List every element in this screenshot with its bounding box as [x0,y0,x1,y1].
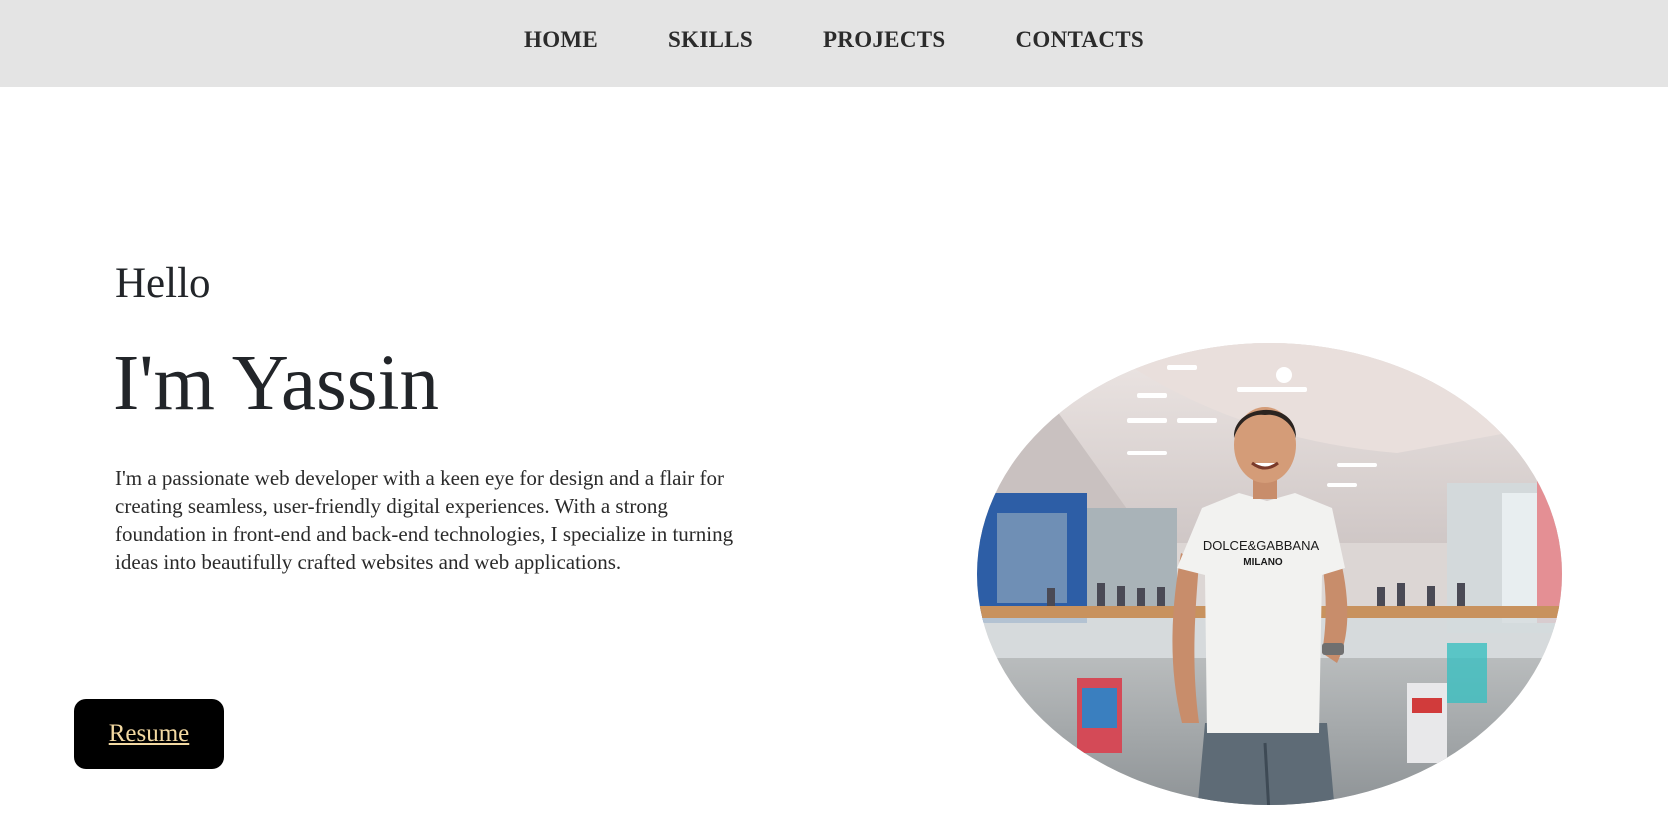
hero-section: Hello I'm Yassin I'm a passionate web de… [0,87,1668,820]
nav-home-link[interactable]: HOME [524,27,598,52]
nav-skills-link[interactable]: SKILLS [668,27,753,52]
hero-bio: I'm a passionate web developer with a ke… [115,466,734,574]
nav-menu: HOME SKILLS PROJECTS CONTACTS [0,24,1668,56]
resume-button[interactable]: Resume [74,699,224,769]
shirt-text-line2: MILANO [1243,557,1283,568]
hero-greeting: Hello [115,260,211,307]
profile-photo: DOLCE&GABBANA MILANO [977,343,1562,805]
resume-button-label: Resume [108,720,190,747]
shirt-text-line1: DOLCE&GABBANA [1203,538,1320,553]
nav-projects-link[interactable]: PROJECTS [823,27,946,52]
nav-contacts-link[interactable]: CONTACTS [1015,27,1144,52]
hero-name: I'm Yassin [113,340,439,427]
top-navbar: HOME SKILLS PROJECTS CONTACTS [0,0,1668,87]
